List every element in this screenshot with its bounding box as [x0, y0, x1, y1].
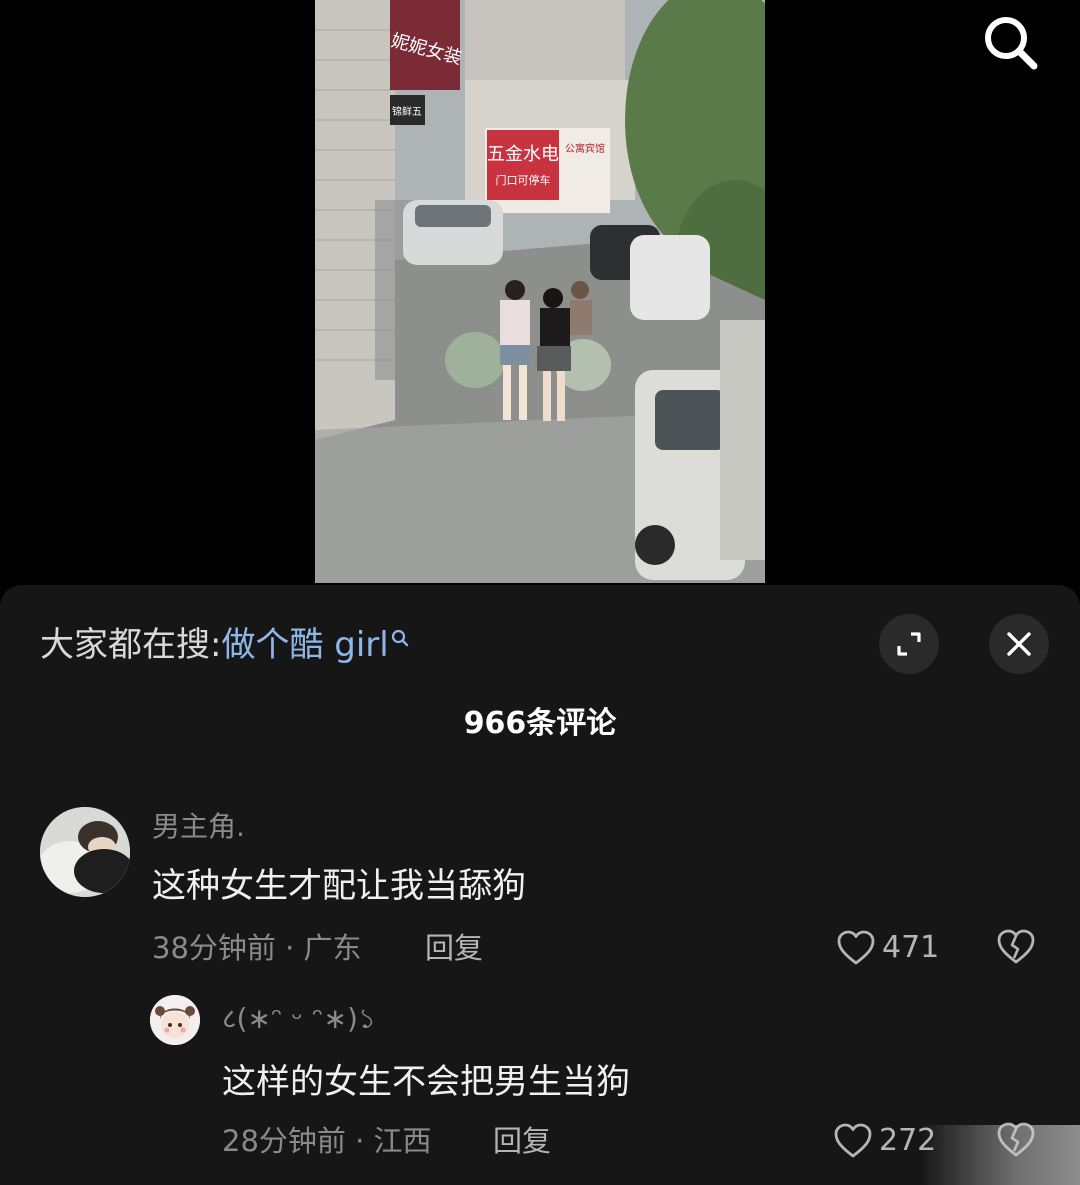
- comment-text: 这种女生才配让我当舔狗: [152, 866, 526, 906]
- comment-item: 男主角. 这种女生才配让我当舔狗 38分钟前 · 广东 回复 471: [0, 803, 1080, 983]
- comment-text: 这样的女生不会把男生当狗: [222, 1062, 630, 1102]
- broken-heart-icon: [997, 929, 1035, 964]
- shop-sign-small-text: 锦鲜五: [392, 105, 422, 118]
- comment-meta: 38分钟前 · 广东: [152, 931, 362, 965]
- hot-search-query[interactable]: 做个酷 girl: [221, 625, 388, 665]
- hot-search-banner[interactable]: 大家都在搜:做个酷 girl: [40, 621, 409, 669]
- comment-username[interactable]: ८(∗ᵔ ᵕ ᵔ∗)১: [222, 1001, 376, 1037]
- comment-count: 966条评论: [463, 706, 617, 741]
- watermark-overlay: [920, 1125, 1080, 1185]
- reply-button[interactable]: 回复: [493, 1121, 551, 1161]
- expand-button[interactable]: [879, 614, 939, 674]
- like-count: 471: [882, 930, 940, 965]
- reply-button[interactable]: 回复: [425, 928, 483, 968]
- avatar-image: [150, 995, 200, 1045]
- heart-icon: [837, 930, 875, 965]
- like-button[interactable]: 471: [836, 928, 939, 968]
- video-frame[interactable]: 妮妮女装 锦鲜五 五金水电 门口可停车 公寓宾馆: [315, 0, 765, 583]
- comment-meta: 28分钟前 · 江西: [222, 1124, 432, 1158]
- video-still: 妮妮女装 锦鲜五 五金水电 门口可停车 公寓宾馆: [315, 0, 765, 583]
- comment-username[interactable]: 男主角.: [152, 809, 245, 845]
- close-icon: [1007, 632, 1031, 656]
- search-icon: [985, 17, 1038, 70]
- hot-search-prefix: 大家都在搜:: [40, 625, 222, 665]
- mini-search-icon: [391, 629, 408, 647]
- comment-item: ८(∗ᵔ ᵕ ᵔ∗)১ 这样的女生不会把男生当狗 28分钟前 · 江西 回复 2…: [0, 993, 1080, 1185]
- expand-icon: [897, 632, 921, 656]
- heart-icon: [834, 1123, 872, 1158]
- hardware-sign-sub-text: 门口可停车: [496, 173, 551, 187]
- comment-sheet: 大家都在搜:做个酷 girl 966条评论 男主角. 这种女生才配让我当舔狗 3…: [0, 585, 1080, 1185]
- hardware-sign-right-text: 公寓宾馆: [565, 142, 605, 155]
- dislike-button[interactable]: [996, 928, 1036, 970]
- video-area[interactable]: 妮妮女装 锦鲜五 五金水电 门口可停车 公寓宾馆: [0, 0, 1080, 590]
- hardware-sign-text: 五金水电: [487, 144, 559, 165]
- avatar[interactable]: [150, 995, 200, 1045]
- search-button[interactable]: [978, 10, 1042, 74]
- avatar-image: [40, 807, 130, 897]
- close-button[interactable]: [989, 614, 1049, 674]
- avatar[interactable]: [40, 807, 130, 897]
